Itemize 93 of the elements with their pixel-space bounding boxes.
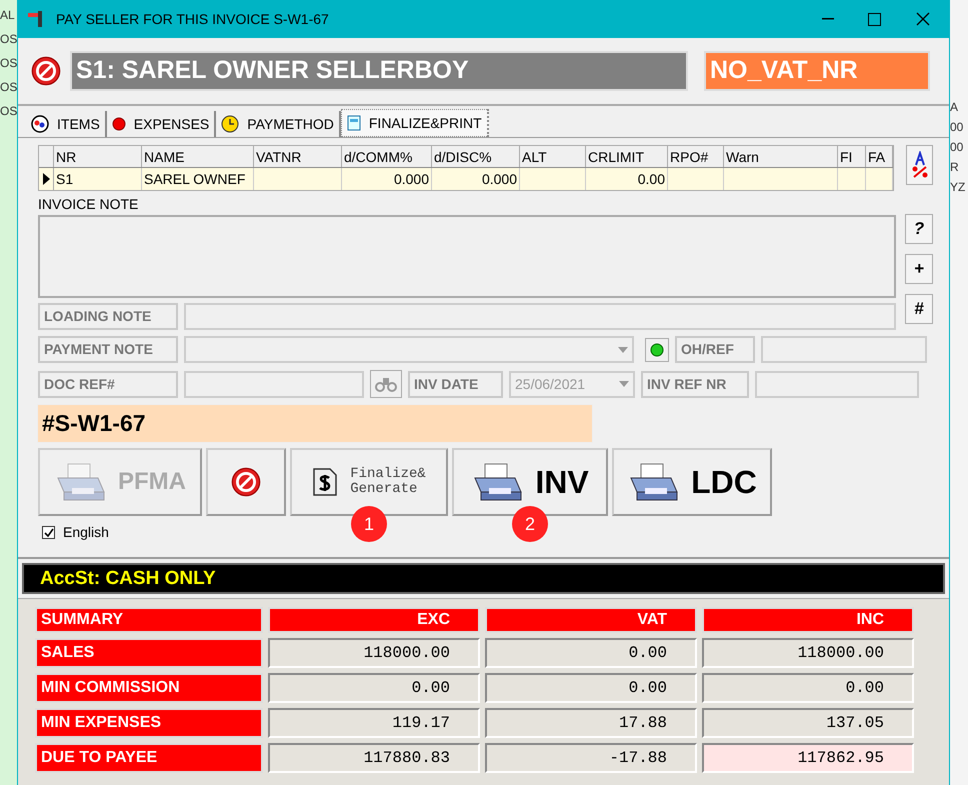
invoice-number: #S-W1-67 [37, 404, 593, 443]
step-badge: 2 [512, 506, 548, 542]
english-label: English [63, 523, 109, 542]
summary-value: 118000.00 [268, 638, 480, 668]
status-light-button[interactable] [645, 338, 669, 362]
column-header: CRLIMIT [586, 146, 668, 167]
column-header: d/DISC% [432, 146, 520, 167]
column-header: VATNR [254, 146, 342, 167]
table-cell: 0.00 [586, 168, 668, 190]
format-button[interactable] [906, 145, 933, 185]
no-entry-icon [230, 466, 262, 498]
summary-row-label: SALES [35, 638, 263, 668]
column-header: NAME [142, 146, 254, 167]
vat-status: NO_VAT_NR [704, 51, 930, 91]
column-header: NR [54, 146, 142, 167]
column-header: RPO# [668, 146, 724, 167]
column-header: FI [838, 146, 866, 167]
column-header: FA [866, 146, 893, 167]
summary-value: 17.88 [485, 708, 697, 738]
field-label: OH/REF [675, 336, 755, 363]
minimize-icon [822, 18, 834, 20]
background-text: YZ [950, 180, 966, 194]
ldc-button[interactable]: LDC [612, 448, 772, 516]
binoculars-icon [375, 376, 397, 392]
globe-icon [31, 115, 49, 133]
account-status-bar: AccSt: CASH ONLY [22, 563, 945, 594]
close-icon [916, 12, 930, 26]
background-text: R [950, 160, 960, 174]
column-header: Warn [724, 146, 838, 167]
background-text: OS [0, 104, 17, 118]
invoice-note-label: INVOICE NOTE [38, 196, 140, 212]
summary-value: 117880.83 [268, 743, 480, 773]
field-label: INV REF NR [641, 370, 749, 398]
summary-value: 0.00 [485, 638, 697, 668]
summary-header: VAT [485, 607, 697, 633]
field-label: LOADING NOTE [38, 303, 178, 330]
font-percent-icon [910, 151, 930, 179]
inv-ref-field[interactable] [755, 370, 919, 398]
dot-icon [112, 117, 126, 131]
loading-note-field[interactable] [184, 303, 896, 330]
table-cell: S1 [54, 168, 142, 190]
column-header: ALT [520, 146, 586, 167]
summary-header: SUMMARY [35, 607, 263, 633]
background-text: 00 [950, 120, 964, 134]
field-label: DOC REF# [38, 370, 178, 398]
summary-value: -17.88 [485, 743, 697, 773]
cancel-button[interactable] [206, 448, 286, 516]
maximize-icon [868, 12, 880, 26]
side-button[interactable]: + [905, 254, 933, 284]
dollar-document-icon [312, 467, 338, 497]
summary-value: 137.05 [702, 708, 914, 738]
summary-row-label: DUE TO PAYEE [35, 743, 263, 773]
background-text: 00 [950, 140, 964, 154]
summary-row-label: MIN COMMISSION [35, 673, 263, 703]
table-cell: 0.000 [342, 168, 432, 190]
summary-value: 118000.00 [702, 638, 914, 668]
dropdown-arrow-icon [618, 346, 628, 352]
background-text: AL [0, 8, 16, 22]
summary-value: 0.00 [268, 673, 480, 703]
english-checkbox[interactable] [42, 526, 55, 539]
window-title: PAY SELLER FOR THIS INVOICE S-W1-67 [56, 10, 329, 28]
binoculars-button[interactable] [370, 370, 402, 398]
invoice-note-field[interactable] [38, 215, 896, 298]
field-label: PAYMENT NOTE [38, 336, 178, 363]
field-label: INV DATE [408, 370, 503, 398]
background-text: OS [0, 56, 17, 70]
summary-value: 0.00 [702, 673, 914, 703]
summary-header: INC [702, 607, 914, 633]
table-cell: 0.000 [432, 168, 520, 190]
no-entry-icon [30, 55, 62, 87]
side-button[interactable]: # [905, 294, 933, 324]
step-badge: 1 [351, 506, 387, 542]
summary-value: 117862.95 [702, 743, 914, 773]
dropdown-arrow-icon [619, 381, 629, 387]
side-button[interactable]: ? [905, 214, 933, 244]
background-text: A [950, 100, 960, 114]
finalize-button[interactable]: Finalize& Generate [290, 448, 448, 516]
document-icon [346, 115, 361, 131]
oh-ref-field[interactable] [761, 336, 927, 363]
column-header: d/COMM% [342, 146, 432, 167]
seller-name: S1: SAREL OWNER SELLERBOY [70, 51, 688, 91]
inv-button[interactable]: INV [452, 448, 608, 516]
summary-value: 0.00 [485, 673, 697, 703]
table-cell: SAREL OWNEF [142, 168, 254, 190]
payment-note-dropdown[interactable] [184, 336, 634, 363]
summary-header: EXC [268, 607, 480, 633]
background-text: OS [0, 32, 17, 46]
summary-value: 119.17 [268, 708, 480, 738]
background-text: OS [0, 80, 17, 94]
doc-ref-field[interactable] [184, 370, 364, 398]
clock-icon [221, 115, 240, 133]
summary-row-label: MIN EXPENSES [35, 708, 263, 738]
tab[interactable]: FINALIZE&PRINT [340, 109, 489, 137]
